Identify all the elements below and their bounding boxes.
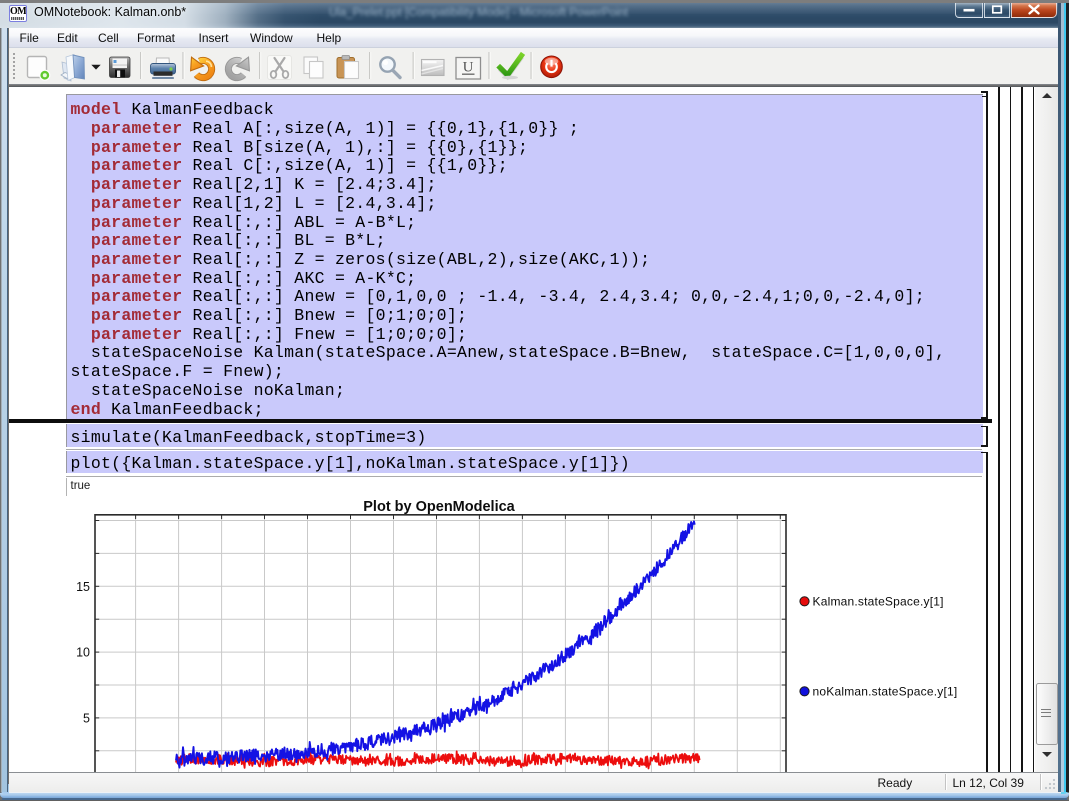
svg-text:Plot by OpenModelica: Plot by OpenModelica [363, 499, 515, 515]
svg-text:10: 10 [76, 646, 90, 660]
svg-text:U: U [463, 60, 474, 76]
svg-text:noKalman.stateSpace.y[1]: noKalman.stateSpace.y[1] [813, 685, 958, 699]
svg-text:5: 5 [83, 711, 90, 725]
svg-text:Kalman.stateSpace.y[1]: Kalman.stateSpace.y[1] [813, 595, 944, 609]
svg-text:15: 15 [76, 580, 90, 594]
